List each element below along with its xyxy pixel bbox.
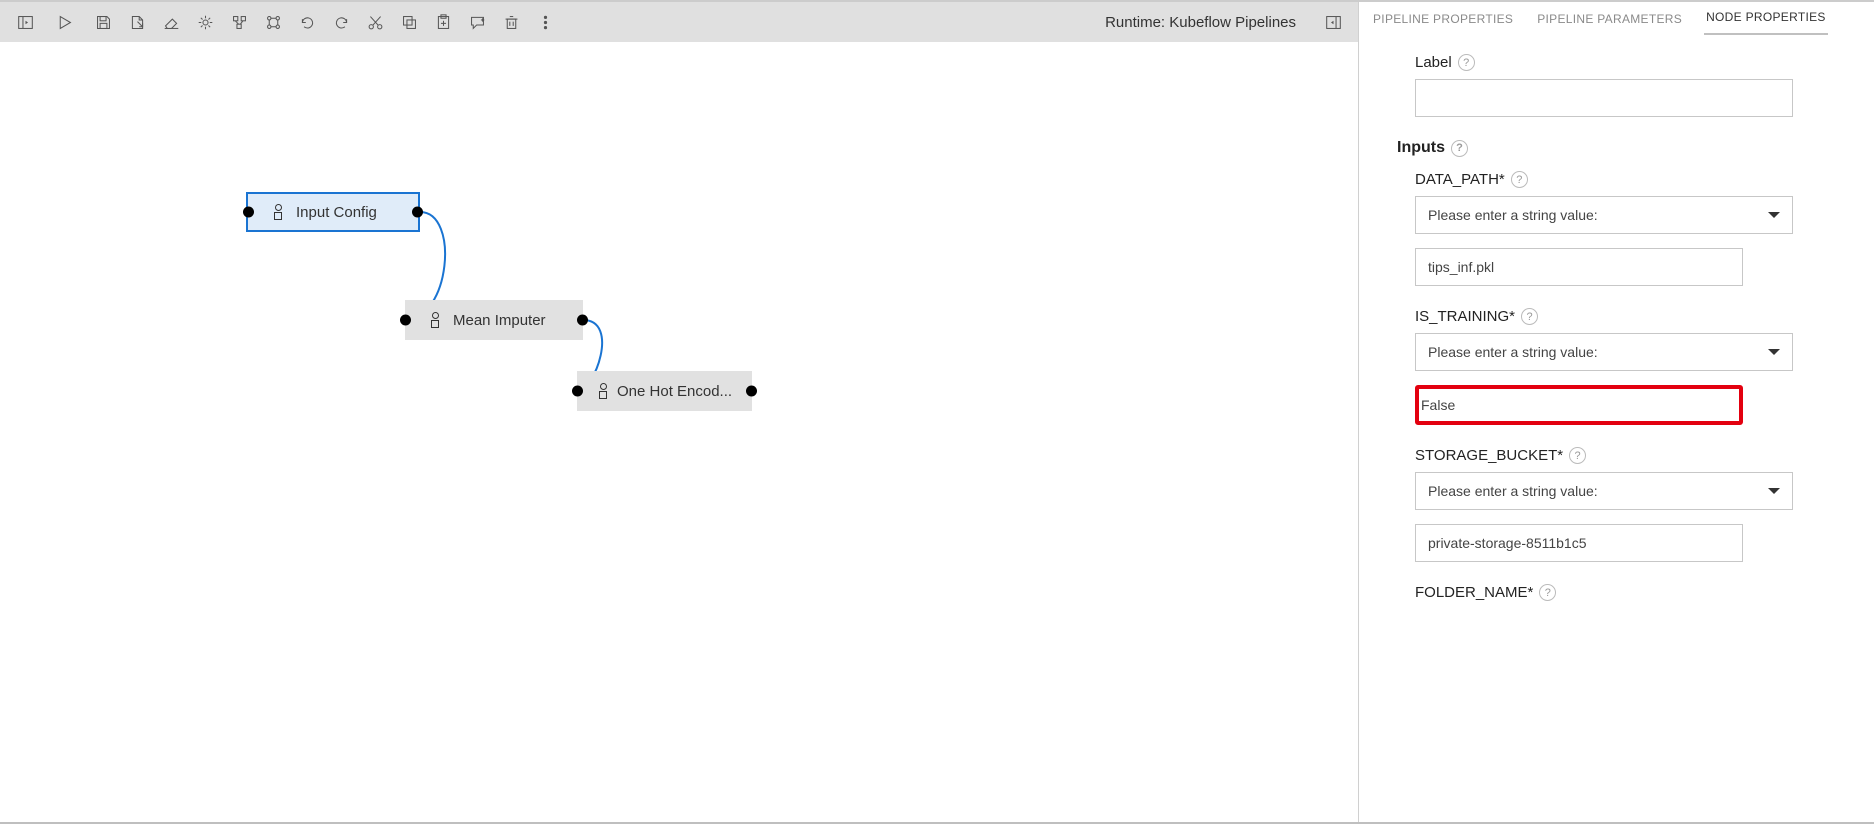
field-label-is-training: IS_TRAINING* ?: [1415, 308, 1818, 325]
port-out[interactable]: [746, 386, 757, 397]
arrange-v-icon: [231, 14, 248, 31]
undo-icon: [299, 14, 316, 31]
arrange-h-icon: [265, 14, 282, 31]
toggle-left-panel-button[interactable]: [8, 5, 42, 39]
port-in[interactable]: [400, 315, 411, 326]
redo-icon: [333, 14, 350, 31]
panel-right-icon: [1325, 14, 1342, 31]
delete-button[interactable]: [494, 5, 528, 39]
help-icon[interactable]: ?: [1521, 308, 1538, 325]
help-icon[interactable]: ?: [1569, 447, 1586, 464]
node-label: Input Config: [296, 204, 377, 221]
pipeline-canvas[interactable]: Input Config Mean Imputer One Hot Encod.…: [0, 42, 1358, 822]
data-path-input[interactable]: [1415, 248, 1743, 286]
copy-icon: [401, 14, 418, 31]
help-icon[interactable]: ?: [1539, 584, 1556, 601]
toggle-right-panel-button[interactable]: [1316, 5, 1350, 39]
save-button[interactable]: [86, 5, 120, 39]
node-input-config[interactable]: Input Config: [246, 192, 420, 232]
storage-bucket-type-select[interactable]: Please enter a string value:: [1415, 472, 1793, 510]
comment-button[interactable]: [460, 5, 494, 39]
is-training-highlight: [1415, 385, 1743, 425]
export-button[interactable]: [120, 5, 154, 39]
side-panel: PIPELINE PROPERTIES PIPELINE PARAMETERS …: [1359, 2, 1874, 822]
port-in[interactable]: [243, 207, 254, 218]
field-label-data-path: DATA_PATH* ?: [1415, 171, 1818, 188]
paste-icon: [435, 14, 452, 31]
data-path-type-select[interactable]: Please enter a string value:: [1415, 196, 1793, 234]
component-icon: [599, 383, 607, 399]
main-area: Runtime: Kubeflow Pipelines Input Config…: [0, 2, 1359, 822]
play-icon: [56, 14, 73, 31]
panel-left-icon: [17, 14, 34, 31]
port-out[interactable]: [412, 207, 423, 218]
redo-button[interactable]: [324, 5, 358, 39]
export-icon: [129, 14, 146, 31]
label-input[interactable]: [1415, 79, 1793, 117]
node-label: One Hot Encod...: [617, 383, 732, 400]
toolbar: Runtime: Kubeflow Pipelines: [0, 2, 1358, 42]
copy-button[interactable]: [392, 5, 426, 39]
chevron-down-icon: [1768, 212, 1780, 218]
panel-body[interactable]: Label ? Inputs ? DATA_PATH* ? Please ent…: [1359, 36, 1874, 822]
port-in[interactable]: [572, 386, 583, 397]
chevron-down-icon: [1768, 488, 1780, 494]
undo-button[interactable]: [290, 5, 324, 39]
eraser-icon: [163, 14, 180, 31]
component-icon: [270, 204, 286, 220]
dots-icon: [537, 14, 554, 31]
tab-pipeline-properties[interactable]: PIPELINE PROPERTIES: [1371, 3, 1515, 35]
comment-icon: [469, 14, 486, 31]
run-button[interactable]: [47, 5, 81, 39]
chevron-down-icon: [1768, 349, 1780, 355]
storage-bucket-input[interactable]: [1415, 524, 1743, 562]
is-training-input[interactable]: [1419, 389, 1739, 421]
node-label: Mean Imputer: [453, 312, 546, 329]
side-panel-tabs: PIPELINE PROPERTIES PIPELINE PARAMETERS …: [1359, 2, 1874, 36]
paste-button[interactable]: [426, 5, 460, 39]
label-field-label: Label ?: [1415, 54, 1818, 71]
is-training-type-select[interactable]: Please enter a string value:: [1415, 333, 1793, 371]
cut-button[interactable]: [358, 5, 392, 39]
cut-icon: [367, 14, 384, 31]
port-out[interactable]: [577, 315, 588, 326]
trash-icon: [503, 14, 520, 31]
runtime-label: Runtime: Kubeflow Pipelines: [1095, 14, 1306, 31]
tab-node-properties[interactable]: NODE PROPERTIES: [1704, 1, 1828, 35]
settings-button[interactable]: [188, 5, 222, 39]
more-button[interactable]: [528, 5, 562, 39]
node-one-hot-encoder[interactable]: One Hot Encod...: [577, 371, 752, 411]
component-icon: [427, 312, 443, 328]
gear-icon: [197, 14, 214, 31]
arrange-v-button[interactable]: [222, 5, 256, 39]
field-label-folder-name: FOLDER_NAME* ?: [1415, 584, 1818, 601]
help-icon[interactable]: ?: [1451, 140, 1468, 157]
inputs-heading: Inputs ?: [1397, 139, 1818, 157]
save-icon: [95, 14, 112, 31]
tab-pipeline-parameters[interactable]: PIPELINE PARAMETERS: [1535, 3, 1684, 35]
arrange-h-button[interactable]: [256, 5, 290, 39]
help-icon[interactable]: ?: [1511, 171, 1528, 188]
node-mean-imputer[interactable]: Mean Imputer: [405, 300, 583, 340]
field-label-storage-bucket: STORAGE_BUCKET* ?: [1415, 447, 1818, 464]
clear-button[interactable]: [154, 5, 188, 39]
help-icon[interactable]: ?: [1458, 54, 1475, 71]
edges-layer: [0, 42, 1358, 822]
